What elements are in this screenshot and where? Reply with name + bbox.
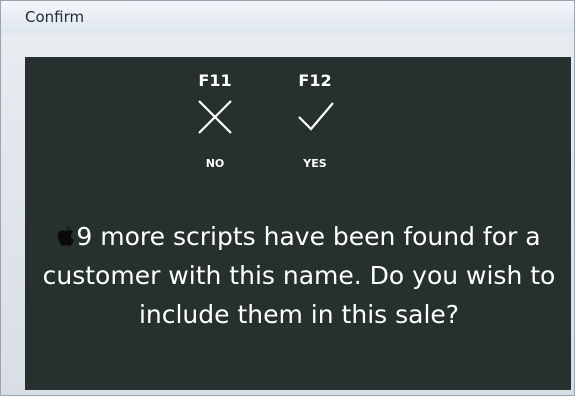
confirmation-message: 9 more scripts have been found for a cus… xyxy=(39,217,559,334)
confirm-dialog: Confirm F11 NO F12 YES 9 more scripts ha… xyxy=(0,0,575,396)
yes-button[interactable]: F12 YES xyxy=(280,71,350,170)
yes-label: YES xyxy=(303,157,327,170)
message-text: 9 more scripts have been found for a cus… xyxy=(42,222,556,329)
apple-icon xyxy=(58,226,75,246)
window-title: Confirm xyxy=(25,8,85,26)
title-bar[interactable]: Confirm xyxy=(1,1,574,33)
dialog-content: F11 NO F12 YES 9 more scripts have been … xyxy=(25,57,571,390)
no-button[interactable]: F11 NO xyxy=(180,71,250,170)
no-shortcut-key: F11 xyxy=(198,71,232,90)
x-icon xyxy=(198,100,232,134)
yes-shortcut-key: F12 xyxy=(298,71,332,90)
no-label: NO xyxy=(205,157,225,170)
checkmark-icon xyxy=(298,102,334,131)
